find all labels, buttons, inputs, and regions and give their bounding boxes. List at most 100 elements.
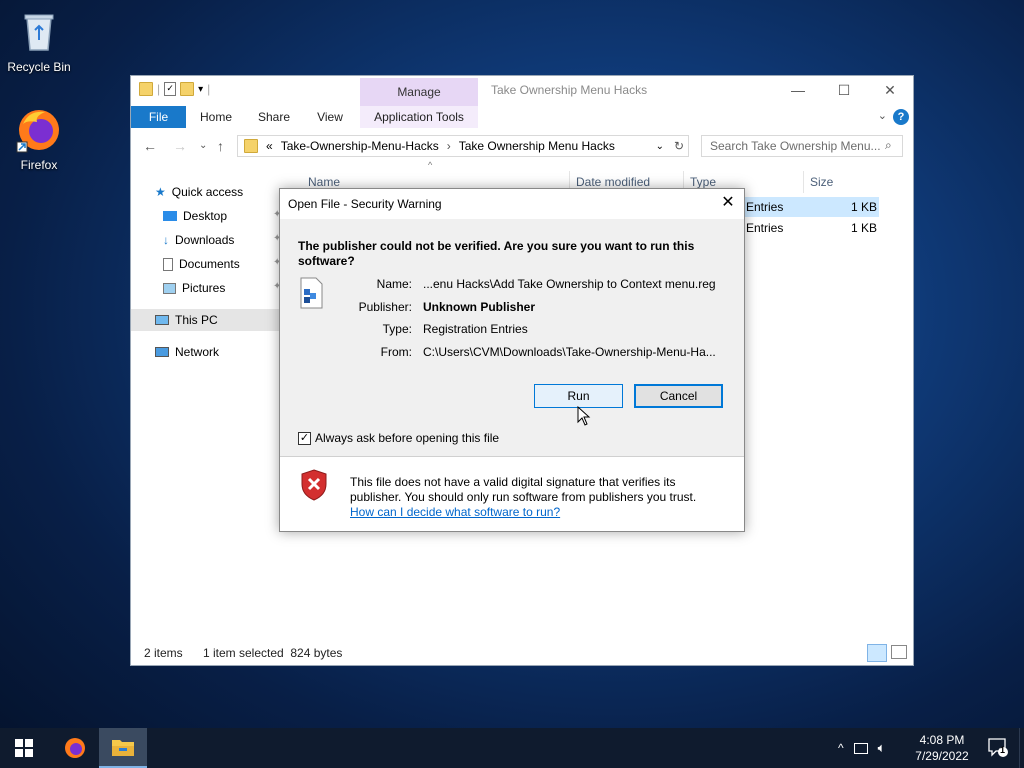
sidebar-item-desktop[interactable]: Desktop (163, 205, 227, 227)
chevron-right-icon[interactable]: › (447, 139, 451, 153)
search-icon[interactable]: ⌕ (885, 138, 892, 153)
firefox-icon (15, 106, 63, 154)
tab-view[interactable]: View (307, 106, 353, 128)
sidebar-item-label: Downloads (175, 233, 235, 247)
pictures-icon (163, 282, 176, 294)
help-icon[interactable]: ? (893, 109, 909, 125)
taskbar-file-explorer[interactable] (99, 728, 147, 768)
firefox-label: Firefox (20, 158, 58, 172)
network-status-icon[interactable] (853, 742, 868, 754)
notification-center-icon[interactable]: 1 (988, 738, 1010, 758)
desktop-icon (163, 211, 177, 221)
maximize-button[interactable]: ☐ (821, 76, 867, 106)
column-header-size[interactable]: Size (803, 171, 833, 193)
close-icon[interactable]: ✕ (718, 193, 738, 213)
volume-icon[interactable]: 🔈︎ (878, 740, 886, 756)
ribbon-tabs: File Home Share View Application Tools ⌄… (131, 106, 913, 128)
cancel-button[interactable]: Cancel (634, 384, 723, 408)
publisher-value: Unknown Publisher (423, 300, 536, 314)
row-size: 1 KB (851, 221, 878, 235)
show-desktop-button[interactable] (1019, 728, 1024, 768)
taskbar: ^ 🔈︎ 4:08 PM 7/29/2022 1 (0, 728, 1024, 768)
manage-contextual-tab[interactable]: Manage (360, 78, 478, 106)
item-count: 2 items (144, 646, 183, 660)
sidebar-item-documents[interactable]: Documents (163, 253, 240, 275)
from-label: From: (380, 345, 412, 359)
folder-icon (244, 139, 258, 153)
toolbar-divider: | (207, 82, 211, 96)
sidebar-item-quick-access[interactable]: ★ Quick access (155, 181, 243, 203)
run-button[interactable]: Run (534, 384, 623, 408)
tab-file[interactable]: File (131, 106, 186, 128)
file-name-value: ...enu Hacks\Add Take Ownership to Conte… (423, 277, 716, 291)
refresh-icon[interactable]: ↻ (674, 139, 684, 153)
row-size: 1 KB (851, 200, 878, 214)
breadcrumb-overflow[interactable]: « (266, 139, 273, 153)
tab-home[interactable]: Home (193, 106, 239, 128)
firefox-icon (65, 738, 85, 758)
new-folder-icon[interactable] (180, 82, 195, 96)
sidebar-item-label: Network (175, 345, 220, 359)
details-view-icon[interactable] (867, 644, 887, 662)
clock[interactable]: 4:08 PM 7/29/2022 (912, 732, 972, 764)
tab-share[interactable]: Share (251, 106, 297, 128)
minimize-button[interactable]: — (775, 76, 821, 106)
breadcrumb-item[interactable]: Take-Ownership-Menu-Hacks (281, 139, 439, 153)
quick-access-toolbar: | ✓ ▾ | (139, 82, 210, 96)
firefox-shortcut[interactable]: Firefox (1, 106, 77, 172)
checkbox-label: Always ask before opening this file (315, 431, 500, 445)
star-icon: ★ (155, 185, 166, 199)
sidebar-item-pictures[interactable]: Pictures (163, 277, 225, 299)
tab-application-tools[interactable]: Application Tools (360, 106, 478, 128)
dialog-title: Open File - Security Warning (288, 197, 442, 211)
address-dropdown-icon[interactable]: ⌄ (656, 141, 664, 152)
back-arrow-icon[interactable]: ← (143, 138, 157, 154)
sidebar-item-downloads[interactable]: ↓ Downloads (163, 229, 234, 251)
explorer-titlebar: | ✓ ▾ | Manage Take Ownership Menu Hacks… (131, 76, 913, 106)
time: 4:08 PM (919, 733, 965, 747)
selection-info: 1 item selected 824 bytes (203, 646, 343, 660)
sidebar-item-label: Desktop (183, 209, 228, 223)
security-warning-dialog: Open File - Security Warning ✕ The publi… (279, 188, 745, 532)
close-button[interactable]: ✕ (867, 76, 913, 106)
download-icon: ↓ (163, 233, 169, 247)
dialog-question: The publisher could not be verified. Are… (298, 239, 695, 268)
large-icons-view-icon[interactable] (891, 645, 907, 659)
name-label: Name: (376, 277, 412, 291)
shield-warning-icon (300, 469, 328, 501)
notification-badge: 1 (1000, 745, 1006, 755)
sidebar-item-network[interactable]: Network (155, 341, 219, 363)
sidebar-item-this-pc[interactable]: This PC (131, 309, 281, 331)
up-arrow-icon[interactable]: ↑ (217, 138, 224, 154)
search-input[interactable]: Search Take Ownership Menu... (701, 135, 903, 157)
from-value: C:\Users\CVM\Downloads\Take-Ownership-Me… (423, 345, 716, 359)
network-icon (155, 347, 169, 357)
forward-arrow-icon[interactable]: → (173, 138, 187, 154)
recent-locations-icon[interactable]: ⌄ (199, 140, 207, 151)
toolbar-divider: | (157, 82, 161, 96)
sidebar-item-label: Quick access (171, 185, 244, 199)
windows-logo-icon (15, 739, 33, 757)
recycle-bin-icon (15, 8, 63, 56)
folder-icon (139, 82, 153, 96)
address-bar-row: ← → ⌄ ↑ « Take-Ownership-Menu-Hacks › Ta… (131, 131, 913, 161)
warning-text: This file does not have a valid digital … (350, 475, 697, 504)
status-bar: 2 items 1 item selected 824 bytes (131, 641, 913, 665)
type-value: Registration Entries (423, 322, 528, 336)
properties-icon[interactable]: ✓ (164, 82, 177, 96)
help-link[interactable]: How can I decide what software to run? (350, 505, 560, 519)
address-bar[interactable]: « Take-Ownership-Menu-Hacks › Take Owner… (237, 135, 689, 157)
always-ask-checkbox[interactable]: ✓ Always ask before opening this file (298, 431, 499, 445)
document-icon (163, 257, 173, 271)
file-explorer-icon (112, 740, 134, 756)
sidebar-item-label: Documents (179, 257, 240, 271)
checkbox-box[interactable]: ✓ (298, 431, 311, 445)
recycle-bin-shortcut[interactable]: Recycle Bin (1, 8, 77, 74)
taskbar-firefox[interactable] (51, 728, 99, 768)
window-title: Take Ownership Menu Hacks (491, 83, 648, 97)
customize-toolbar-icon[interactable]: ▾ (198, 84, 203, 95)
breadcrumb-item[interactable]: Take Ownership Menu Hacks (459, 139, 615, 153)
chevron-up-icon[interactable]: ^ (838, 741, 844, 755)
ribbon-expand-icon[interactable]: ⌄ (878, 109, 887, 122)
start-button[interactable] (0, 728, 48, 768)
